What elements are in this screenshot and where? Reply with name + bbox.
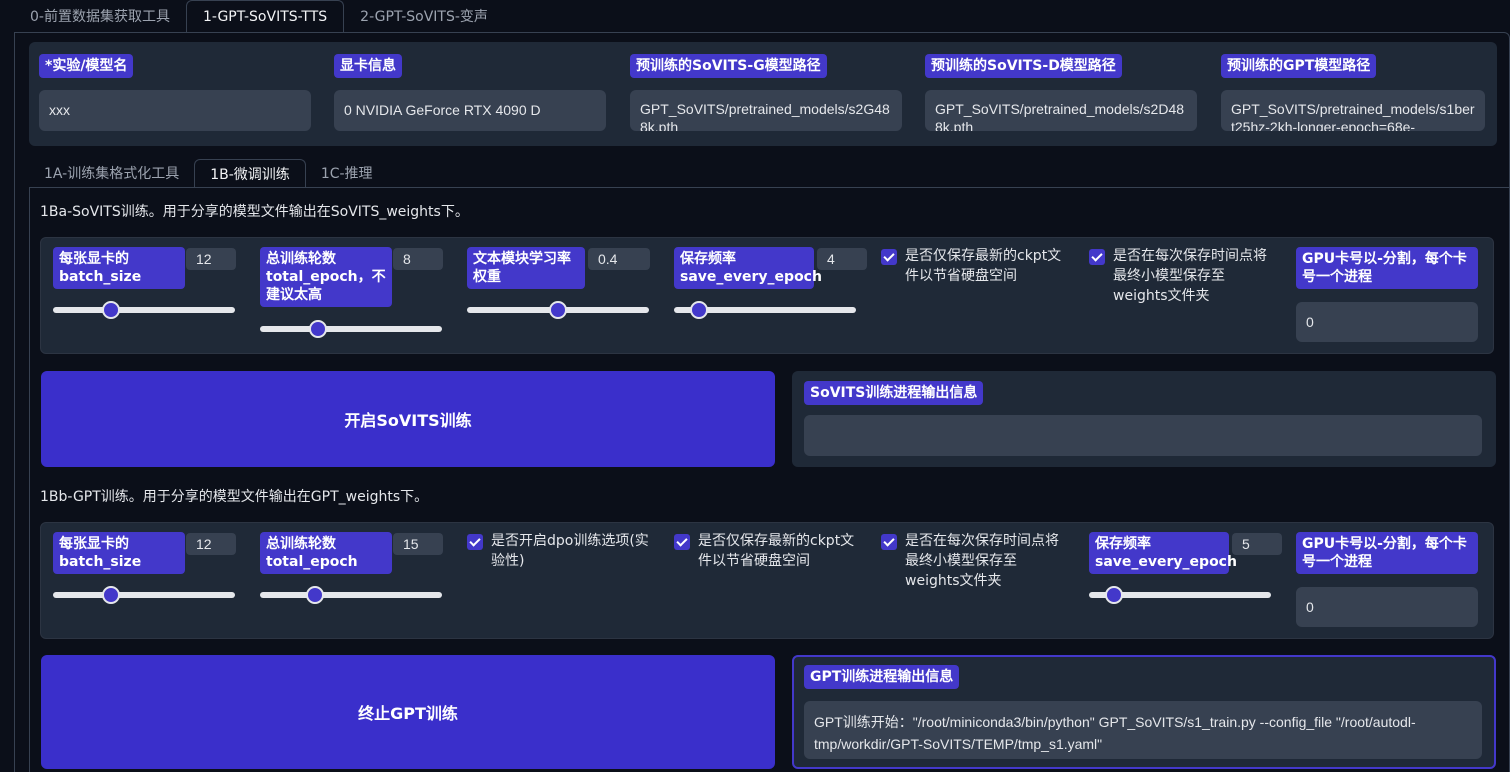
slider-thumb[interactable] xyxy=(306,586,324,604)
sovits-savefreq-label: 保存频率save_every_epoch xyxy=(674,247,822,289)
checkbox-checked-icon[interactable] xyxy=(1089,249,1105,265)
gpt-gpu-input[interactable]: 0 xyxy=(1296,587,1478,627)
gpt-dpo-text: 是否开启dpo训练选项(实验性) xyxy=(491,533,649,569)
sovits-gpu-input[interactable]: 0 xyxy=(1296,302,1478,342)
checkbox-checked-icon[interactable] xyxy=(674,534,690,550)
start-sovits-training-button[interactable]: 开启SoVITS训练 xyxy=(41,371,775,467)
gpt-epoch-label: 总训练轮数total_epoch xyxy=(260,532,392,574)
slider-track xyxy=(260,592,442,598)
gpt-batch-input[interactable]: 12 xyxy=(186,533,236,555)
gpt-output-text[interactable]: GPT训练开始："/root/miniconda3/bin/python" GP… xyxy=(804,701,1482,759)
sovits-d-input[interactable]: GPT_SoVITS/pretrained_models/s2D488k.pth xyxy=(925,90,1197,131)
sovits-output-label-wrap: SoVITS训练进程输出信息 xyxy=(804,381,984,405)
gpt-savefreq-input[interactable]: 5 xyxy=(1232,533,1282,555)
sovits-gpu-label-wrap: GPU卡号以-分割，每个卡号一个进程 xyxy=(1296,247,1478,289)
gpt-gpu-label: GPU卡号以-分割，每个卡号一个进程 xyxy=(1296,532,1478,574)
gpt-dpo-checkbox[interactable]: 是否开启dpo训练选项(实验性) xyxy=(467,531,657,571)
sovits-params-row: 每张显卡的batch_size 12 总训练轮数total_epoch，不建议太… xyxy=(40,237,1494,354)
slider-thumb[interactable] xyxy=(309,320,327,338)
gpt-batch-label-wrap: 每张显卡的batch_size xyxy=(53,532,185,574)
gpt-gpu-label-wrap: GPU卡号以-分割，每个卡号一个进程 xyxy=(1296,532,1478,574)
model-config-block: *实验/模型名 xxx 显卡信息 0 NVIDIA GeForce RTX 40… xyxy=(29,42,1497,146)
sovits-savefreq-label-wrap: 保存频率save_every_epoch xyxy=(674,247,822,289)
sovits-textlr-slider[interactable] xyxy=(467,301,649,319)
sovits-latest-checkbox[interactable]: 是否仅保存最新的ckpt文件以节省硬盘空间 xyxy=(881,246,1071,286)
stop-gpt-training-button[interactable]: 终止GPT训练 xyxy=(41,655,775,769)
sovits-textlr-label-wrap: 文本模块学习率权重 xyxy=(467,247,585,289)
slider-track xyxy=(260,326,442,332)
tab-inference[interactable]: 1C-推理 xyxy=(306,159,388,187)
sovits-batch-input[interactable]: 12 xyxy=(186,248,236,270)
exp-name-label: *实验/模型名 xyxy=(39,54,134,78)
top-tab-bar: 0-前置数据集获取工具 1-GPT-SoVITS-TTS 2-GPT-SoVIT… xyxy=(14,0,504,32)
slider-thumb[interactable] xyxy=(102,301,120,319)
sovits-savefreq-input[interactable]: 4 xyxy=(817,248,867,270)
sovits-output-label: SoVITS训练进程输出信息 xyxy=(804,381,984,405)
sovits-output-text[interactable] xyxy=(804,415,1482,456)
sub-tab-bar: 1A-训练集格式化工具 1B-微调训练 1C-推理 xyxy=(29,159,388,187)
gpt-output-block: GPT训练进程输出信息 GPT训练开始："/root/miniconda3/bi… xyxy=(792,655,1496,769)
sovits-epoch-label: 总训练轮数total_epoch，不建议太高 xyxy=(260,247,392,307)
gpt-weights-text: 是否在每次保存时间点将最终小模型保存至weights文件夹 xyxy=(905,533,1059,589)
gpt-output-label: GPT训练进程输出信息 xyxy=(804,665,960,689)
gpu-info-label: 显卡信息 xyxy=(334,54,402,78)
gpt-model-input[interactable]: GPT_SoVITS/pretrained_models/s1bert25hz-… xyxy=(1221,90,1485,131)
sovits-gpu-label: GPU卡号以-分割，每个卡号一个进程 xyxy=(1296,247,1478,289)
sovits-section-title: 1Ba-SoVITS训练。用于分享的模型文件输出在SoVITS_weights下… xyxy=(40,204,469,220)
tts-panel: *实验/模型名 xxx 显卡信息 0 NVIDIA GeForce RTX 40… xyxy=(14,32,1510,772)
exp-name-input[interactable]: xxx xyxy=(39,90,311,131)
sovits-batch-label-wrap: 每张显卡的batch_size xyxy=(53,247,185,289)
sovits-savefreq-slider[interactable] xyxy=(674,301,856,319)
sovits-batch-label: 每张显卡的batch_size xyxy=(53,247,185,289)
gpt-batch-slider[interactable] xyxy=(53,586,235,604)
tab-dataset-tools[interactable]: 0-前置数据集获取工具 xyxy=(14,0,186,32)
slider-thumb[interactable] xyxy=(102,586,120,604)
tab-finetune[interactable]: 1B-微调训练 xyxy=(194,159,306,187)
sovits-textlr-input[interactable]: 0.4 xyxy=(588,248,650,270)
sovits-g-label: 预训练的SoVITS-G模型路径 xyxy=(630,54,827,78)
sovits-epoch-label-wrap: 总训练轮数total_epoch，不建议太高 xyxy=(260,247,392,307)
gpt-savefreq-label: 保存频率save_every_epoch xyxy=(1089,532,1237,574)
sovits-batch-slider[interactable] xyxy=(53,301,235,319)
tab-voice-change[interactable]: 2-GPT-SoVITS-变声 xyxy=(344,0,504,32)
checkbox-checked-icon[interactable] xyxy=(881,249,897,265)
tab-dataset-format[interactable]: 1A-训练集格式化工具 xyxy=(29,159,194,187)
gpt-epoch-input[interactable]: 15 xyxy=(393,533,443,555)
gpt-savefreq-label-wrap: 保存频率save_every_epoch xyxy=(1089,532,1237,574)
gpt-latest-text: 是否仅保存最新的ckpt文件以节省硬盘空间 xyxy=(698,533,855,569)
slider-thumb[interactable] xyxy=(690,301,708,319)
checkbox-checked-icon[interactable] xyxy=(881,534,897,550)
checkbox-checked-icon[interactable] xyxy=(467,534,483,550)
sovits-output-block: SoVITS训练进程输出信息 xyxy=(792,371,1496,467)
gpt-model-field: 预训练的GPT模型路径 xyxy=(1221,54,1377,78)
gpt-savefreq-slider[interactable] xyxy=(1089,586,1271,604)
slider-thumb[interactable] xyxy=(1105,586,1123,604)
sovits-latest-text: 是否仅保存最新的ckpt文件以节省硬盘空间 xyxy=(905,248,1062,284)
slider-track xyxy=(53,307,235,313)
tab-tts[interactable]: 1-GPT-SoVITS-TTS xyxy=(185,0,345,32)
slider-thumb[interactable] xyxy=(549,301,567,319)
sovits-g-field: 预训练的SoVITS-G模型路径 xyxy=(630,54,827,78)
gpt-weights-checkbox[interactable]: 是否在每次保存时间点将最终小模型保存至weights文件夹 xyxy=(881,531,1071,591)
sovits-weights-text: 是否在每次保存时间点将最终小模型保存至weights文件夹 xyxy=(1113,248,1267,304)
exp-name-field: *实验/模型名 xyxy=(39,54,134,78)
gpt-output-label-wrap: GPT训练进程输出信息 xyxy=(804,665,960,689)
gpt-epoch-slider[interactable] xyxy=(260,586,442,604)
gpu-info-input[interactable]: 0 NVIDIA GeForce RTX 4090 D xyxy=(334,90,606,131)
sovits-g-input[interactable]: GPT_SoVITS/pretrained_models/s2G488k.pth xyxy=(630,90,902,131)
sovits-d-label: 预训练的SoVITS-D模型路径 xyxy=(925,54,1122,78)
gpu-info-field: 显卡信息 xyxy=(334,54,402,78)
gpt-batch-label: 每张显卡的batch_size xyxy=(53,532,185,574)
sovits-d-field: 预训练的SoVITS-D模型路径 xyxy=(925,54,1122,78)
slider-track xyxy=(53,592,235,598)
sovits-weights-checkbox[interactable]: 是否在每次保存时间点将最终小模型保存至weights文件夹 xyxy=(1089,246,1279,306)
gpt-epoch-label-wrap: 总训练轮数total_epoch xyxy=(260,532,392,574)
sovits-epoch-input[interactable]: 8 xyxy=(393,248,443,270)
gpt-latest-checkbox[interactable]: 是否仅保存最新的ckpt文件以节省硬盘空间 xyxy=(674,531,864,571)
gpt-section-title: 1Bb-GPT训练。用于分享的模型文件输出在GPT_weights下。 xyxy=(40,489,429,505)
sovits-epoch-slider[interactable] xyxy=(260,320,442,338)
gpt-model-label: 预训练的GPT模型路径 xyxy=(1221,54,1377,78)
gpt-params-row: 每张显卡的batch_size 12 总训练轮数total_epoch 15 是… xyxy=(40,522,1494,639)
sovits-textlr-label: 文本模块学习率权重 xyxy=(467,247,585,289)
